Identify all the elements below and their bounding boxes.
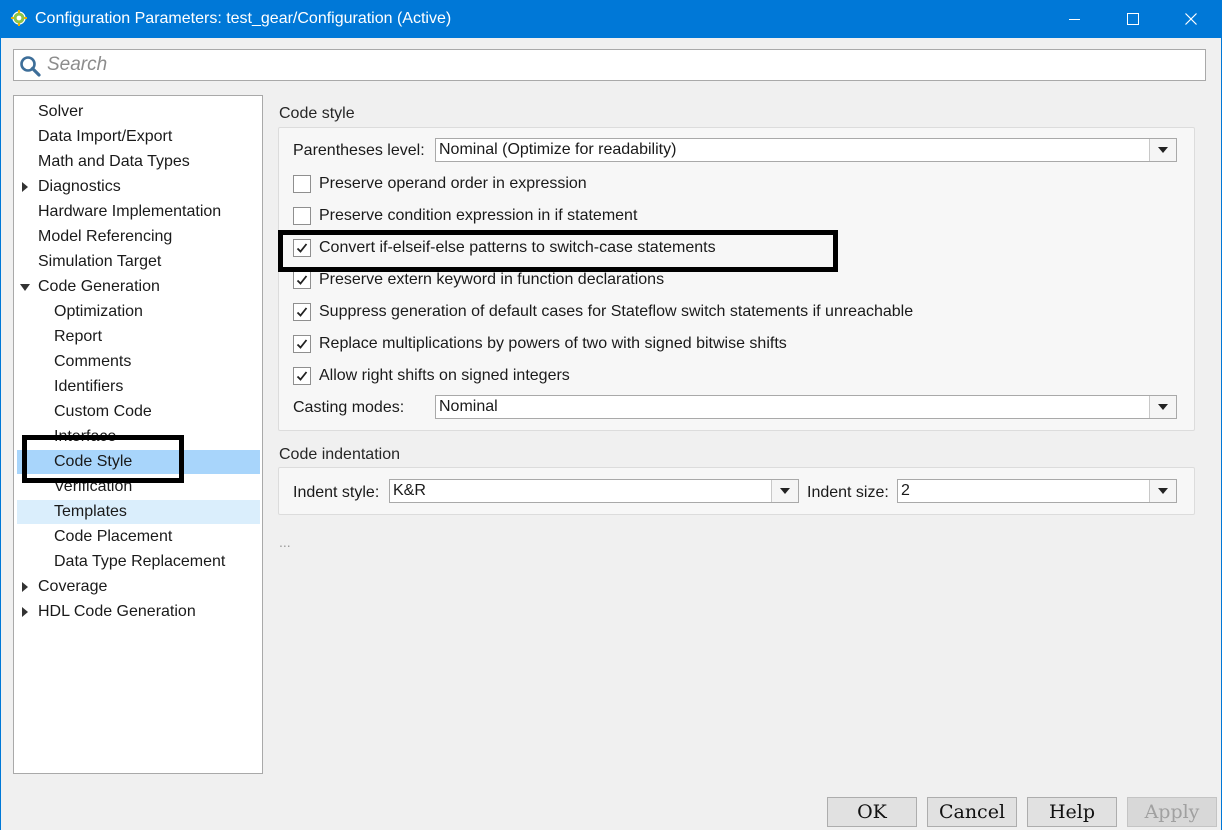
tree-item-label: Solver xyxy=(38,103,84,120)
tree-item-custom-code[interactable]: Custom Code xyxy=(17,400,260,424)
close-icon xyxy=(1185,13,1197,25)
minimize-icon xyxy=(1069,19,1080,20)
tree-item-label: Templates xyxy=(54,503,127,520)
tree-item-label: Custom Code xyxy=(54,403,152,420)
collapsed-arrow-icon[interactable] xyxy=(20,600,32,624)
tree-item-label: Diagnostics xyxy=(38,178,121,195)
indent-style-value: K&R xyxy=(393,482,426,499)
tree-item-coverage[interactable]: Coverage xyxy=(17,575,260,599)
parentheses-value: Nominal (Optimize for readability) xyxy=(439,141,677,158)
code-indentation-title: Code indentation xyxy=(279,446,400,463)
tree-item-templates[interactable]: Templates xyxy=(17,500,260,524)
option-checkbox[interactable] xyxy=(293,303,311,321)
tree-item-label: Hardware Implementation xyxy=(38,203,222,220)
tree-item-label: Data Import/Export xyxy=(38,128,173,145)
chevron-down-icon xyxy=(1158,147,1168,153)
tree-item-identifiers[interactable]: Identifiers xyxy=(17,375,260,399)
more-options-ellipsis[interactable]: ... xyxy=(279,534,291,550)
tree-item-diagnostics[interactable]: Diagnostics xyxy=(17,175,260,199)
casting-modes-value: Nominal xyxy=(439,398,498,415)
app-icon xyxy=(11,10,27,26)
tree-item-model-referencing[interactable]: Model Referencing xyxy=(17,225,260,249)
parentheses-dropdown[interactable]: Nominal (Optimize for readability) xyxy=(435,138,1177,162)
tree-item-label: Coverage xyxy=(38,578,108,595)
tree-item-label: Data Type Replacement xyxy=(54,553,226,570)
tree-item-simulation-target[interactable]: Simulation Target xyxy=(17,250,260,274)
highlight-box-tree xyxy=(22,435,184,483)
expanded-arrow-icon[interactable] xyxy=(20,275,32,299)
tree-item-report[interactable]: Report xyxy=(17,325,260,349)
collapsed-arrow-icon[interactable] xyxy=(20,175,32,199)
option-checkbox-label[interactable]: Preserve extern keyword in function decl… xyxy=(319,271,664,289)
tree-item-code-generation[interactable]: Code Generation xyxy=(17,275,260,299)
tree-item-hardware-implementation[interactable]: Hardware Implementation xyxy=(17,200,260,224)
option-checkbox-label[interactable]: Allow right shifts on signed integers xyxy=(319,367,570,385)
tree-item-label: Simulation Target xyxy=(38,253,162,270)
option-checkbox-label[interactable]: Suppress generation of default cases for… xyxy=(319,303,913,321)
tree-item-label: Comments xyxy=(54,353,132,370)
dropdown-button[interactable] xyxy=(1149,396,1176,418)
tree-item-label: Optimization xyxy=(54,303,143,320)
search-input[interactable] xyxy=(47,52,1197,78)
tree-item-math-and-data-types[interactable]: Math and Data Types xyxy=(17,150,260,174)
maximize-icon xyxy=(1127,13,1139,25)
search-box[interactable] xyxy=(13,49,1206,81)
tree-item-code-placement[interactable]: Code Placement xyxy=(17,525,260,549)
option-checkbox[interactable] xyxy=(293,175,311,193)
tree-item-label: Report xyxy=(54,328,103,345)
checkmark-icon xyxy=(296,275,308,285)
indent-size-label: Indent size: xyxy=(807,484,889,501)
option-checkbox-label[interactable]: Replace multiplications by powers of two… xyxy=(319,335,787,353)
chevron-down-icon xyxy=(780,488,790,494)
indent-style-label: Indent style: xyxy=(293,484,380,501)
close-button[interactable] xyxy=(1162,0,1220,38)
collapsed-arrow-icon[interactable] xyxy=(20,575,32,599)
window-border xyxy=(0,38,1,830)
tree-item-data-type-replacement[interactable]: Data Type Replacement xyxy=(17,550,260,574)
tree-item-label: Model Referencing xyxy=(38,228,173,245)
maximize-button[interactable] xyxy=(1104,0,1162,38)
checkmark-icon xyxy=(296,371,308,381)
indent-size-dropdown[interactable]: 2 xyxy=(897,479,1177,503)
indent-size-value: 2 xyxy=(901,482,910,499)
tree-item-label: Code Generation xyxy=(38,278,160,295)
tree-item-solver[interactable]: Solver xyxy=(17,100,260,124)
option-checkbox-label[interactable]: Preserve condition expression in if stat… xyxy=(319,207,637,225)
dropdown-button[interactable] xyxy=(1149,480,1176,502)
casting-modes-label: Casting modes: xyxy=(293,399,405,416)
window-title: Configuration Parameters: test_gear/Conf… xyxy=(35,10,452,27)
tree-item-label: HDL Code Generation xyxy=(38,603,196,620)
title-bar[interactable]: Configuration Parameters: test_gear/Conf… xyxy=(0,0,1222,38)
option-checkbox-label[interactable]: Preserve operand order in expression xyxy=(319,175,587,193)
cancel-button[interactable]: Cancel xyxy=(927,797,1017,827)
option-checkbox[interactable] xyxy=(293,335,311,353)
help-button[interactable]: Help xyxy=(1027,797,1117,827)
parentheses-label: Parentheses level: xyxy=(293,142,425,159)
code-style-title: Code style xyxy=(279,105,355,122)
minimize-button[interactable] xyxy=(1046,0,1104,38)
option-checkbox[interactable] xyxy=(293,271,311,289)
option-checkbox[interactable] xyxy=(293,207,311,225)
checkmark-icon xyxy=(296,307,308,317)
tree-item-hdl-code-generation[interactable]: HDL Code Generation xyxy=(17,600,260,624)
chevron-down-icon xyxy=(1158,404,1168,410)
apply-button[interactable]: Apply xyxy=(1127,797,1217,827)
dropdown-button[interactable] xyxy=(1149,139,1176,161)
search-icon xyxy=(20,56,41,77)
tree-item-label: Code Placement xyxy=(54,528,173,545)
chevron-down-icon xyxy=(1158,488,1168,494)
tree-item-data-import-export[interactable]: Data Import/Export xyxy=(17,125,260,149)
tree-item-label: Math and Data Types xyxy=(38,153,190,170)
indent-style-dropdown[interactable]: K&R xyxy=(389,479,799,503)
checkmark-icon xyxy=(296,339,308,349)
dropdown-button[interactable] xyxy=(771,480,798,502)
highlight-box-option xyxy=(278,230,838,272)
ok-button[interactable]: OK xyxy=(827,797,917,827)
tree-item-label: Identifiers xyxy=(54,378,124,395)
option-checkbox[interactable] xyxy=(293,367,311,385)
casting-modes-dropdown[interactable]: Nominal xyxy=(435,395,1177,419)
tree-item-optimization[interactable]: Optimization xyxy=(17,300,260,324)
tree-item-comments[interactable]: Comments xyxy=(17,350,260,374)
